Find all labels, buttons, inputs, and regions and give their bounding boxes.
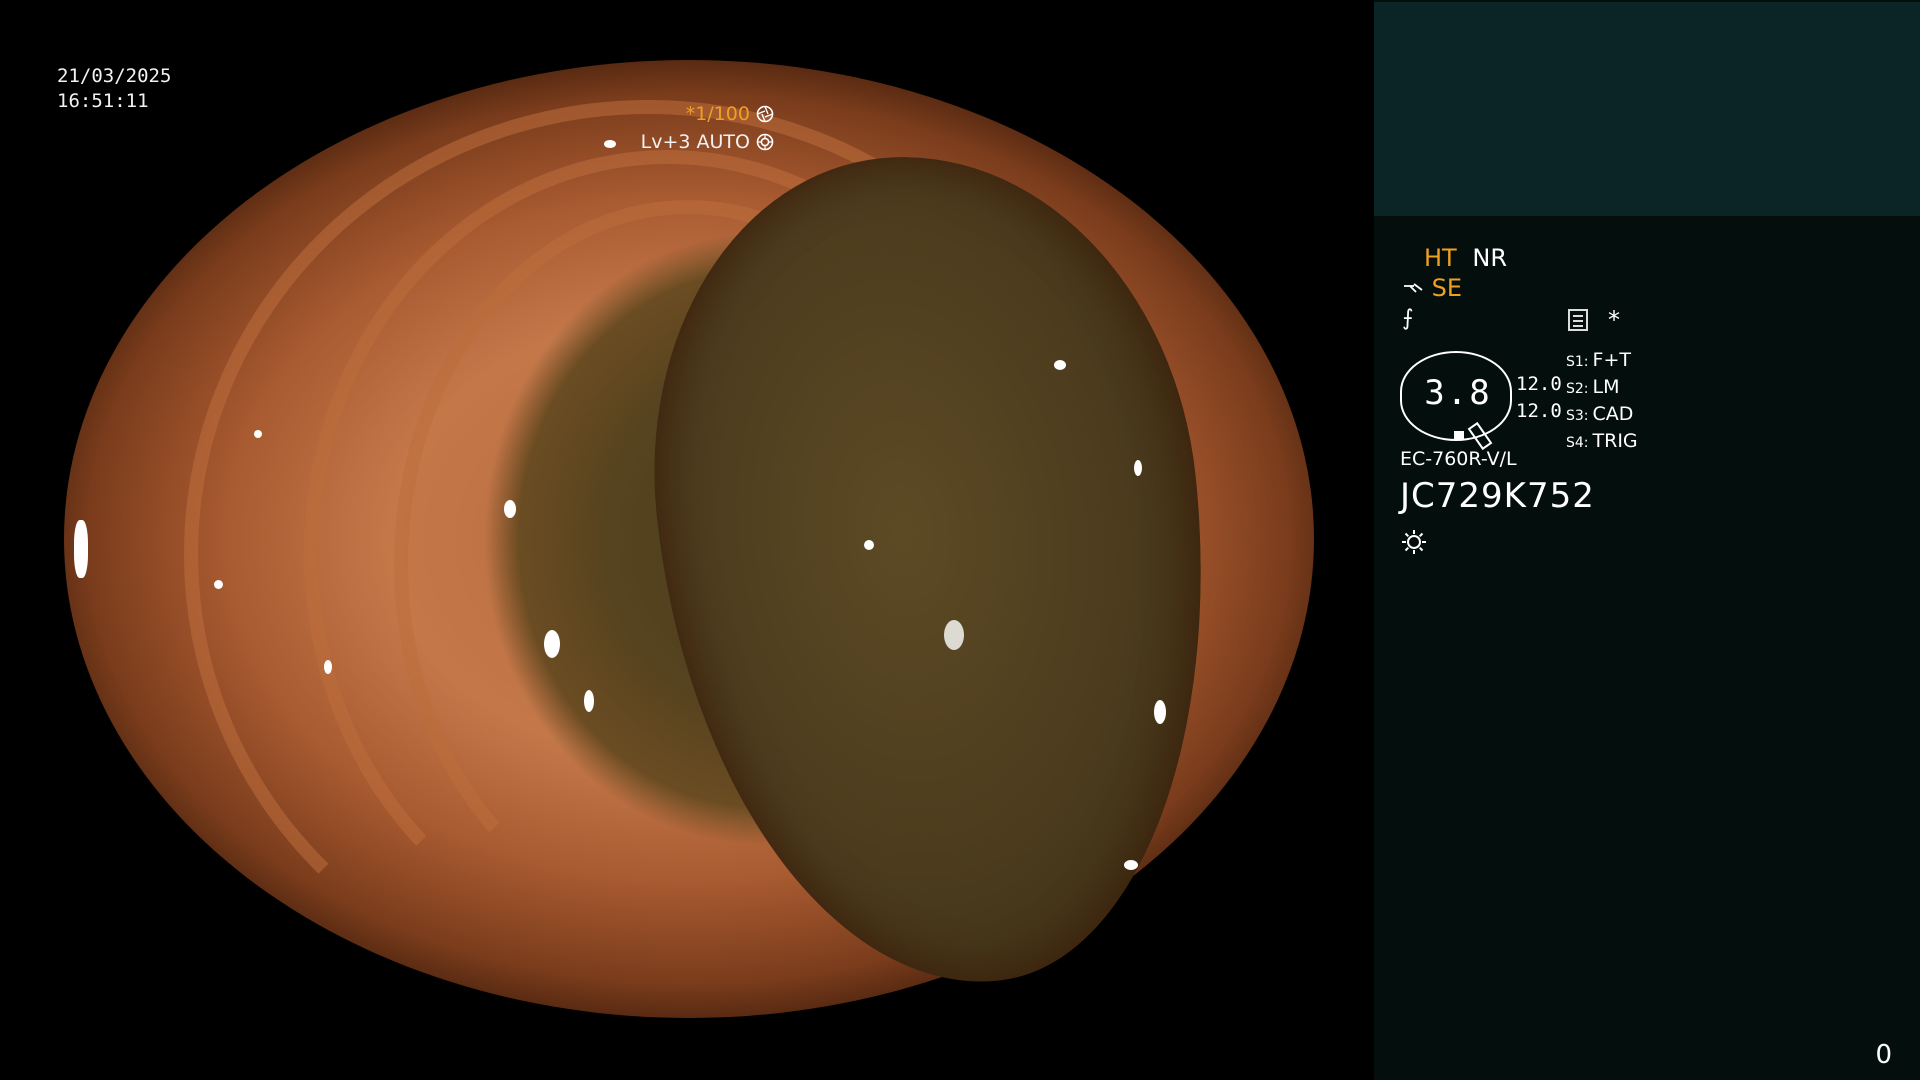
specular-highlight — [74, 520, 88, 578]
switch-item: S2: LM — [1566, 375, 1638, 402]
exposure-overlay: *1/100 Lv+3 AUTO — [641, 100, 774, 156]
specular-highlight — [214, 580, 223, 589]
specular-highlight — [324, 660, 332, 674]
specular-highlight — [1124, 860, 1138, 870]
mode-nr: NR — [1472, 244, 1507, 272]
specular-highlight — [1134, 460, 1142, 476]
level-text: Lv+3 AUTO — [640, 131, 750, 153]
shutter-row: *1/100 — [641, 100, 774, 128]
specular-highlight — [544, 630, 560, 658]
level-row: Lv+3 AUTO — [641, 128, 774, 156]
switch-item: S1: F+T — [1566, 348, 1638, 375]
freeze-icon: ⨍ — [1402, 306, 1414, 331]
aperture-icon — [756, 105, 774, 123]
specular-highlight — [604, 140, 616, 148]
gauge-tool-icon — [1467, 421, 1493, 451]
switch-value: F+T — [1592, 349, 1631, 371]
memo-icon — [1568, 309, 1588, 331]
scope-tip-icon — [1404, 283, 1423, 293]
specular-highlight — [1154, 700, 1166, 724]
value-stack: 12.0 12.0 — [1516, 371, 1562, 425]
endoscope-image-frame — [0, 60, 1374, 1018]
specular-highlight — [944, 620, 964, 650]
specular-highlight — [584, 690, 594, 712]
frame-counter: 0 — [1875, 1040, 1892, 1070]
endoscope-view — [64, 60, 1314, 1018]
switch-list: S1: F+T S2: LM S3: CAD S4: TRIG — [1566, 348, 1638, 456]
lower-value: 12.0 — [1516, 400, 1562, 422]
upper-value: 12.0 — [1516, 373, 1562, 395]
scope-model: EC-760R-V/L — [1400, 448, 1517, 470]
iris-icon — [756, 133, 774, 151]
date-text: 21/03/2025 — [57, 65, 172, 87]
se-label: SE — [1431, 274, 1463, 302]
specular-highlight — [504, 500, 516, 518]
switch-value: TRIG — [1592, 430, 1638, 452]
endoscope-video-area: 21/03/2025 16:51:11 *1/100 Lv+3 AUTO — [0, 0, 1374, 1080]
specular-highlight — [254, 430, 262, 438]
sun-icon — [1402, 530, 1426, 554]
switch-key: S1: — [1566, 354, 1589, 370]
switch-item: S4: TRIG — [1566, 429, 1638, 456]
serial-number: JC729K752 — [1400, 476, 1595, 516]
specular-highlight — [1054, 360, 1066, 370]
se-row: SE — [1402, 274, 1462, 302]
image-mode-row: HT NR — [1424, 244, 1507, 272]
gauge-value: 3.8 — [1424, 373, 1492, 413]
switch-key: S3: — [1566, 408, 1589, 424]
info-panel-header-area — [1374, 2, 1920, 216]
switch-key: S2: — [1566, 381, 1589, 397]
switch-value: CAD — [1592, 403, 1634, 425]
switch-key: S4: — [1566, 435, 1589, 451]
shutter-text: *1/100 — [685, 103, 750, 125]
mode-ht: HT — [1424, 244, 1457, 272]
gauge-marker — [1454, 431, 1464, 439]
magnification-gauge: 3.8 — [1400, 351, 1512, 451]
switch-value: LM — [1592, 376, 1620, 398]
time-text: 16:51:11 — [57, 90, 149, 112]
specular-highlight — [864, 540, 874, 550]
info-panel: HT NR SE ⨍ * 3.8 12.0 12.0 S1: F+T S2: LM … — [1374, 0, 1920, 1080]
switch-item: S3: CAD — [1566, 402, 1638, 429]
datetime-overlay: 21/03/2025 16:51:11 — [57, 64, 171, 114]
star-mark: * — [1608, 306, 1620, 334]
